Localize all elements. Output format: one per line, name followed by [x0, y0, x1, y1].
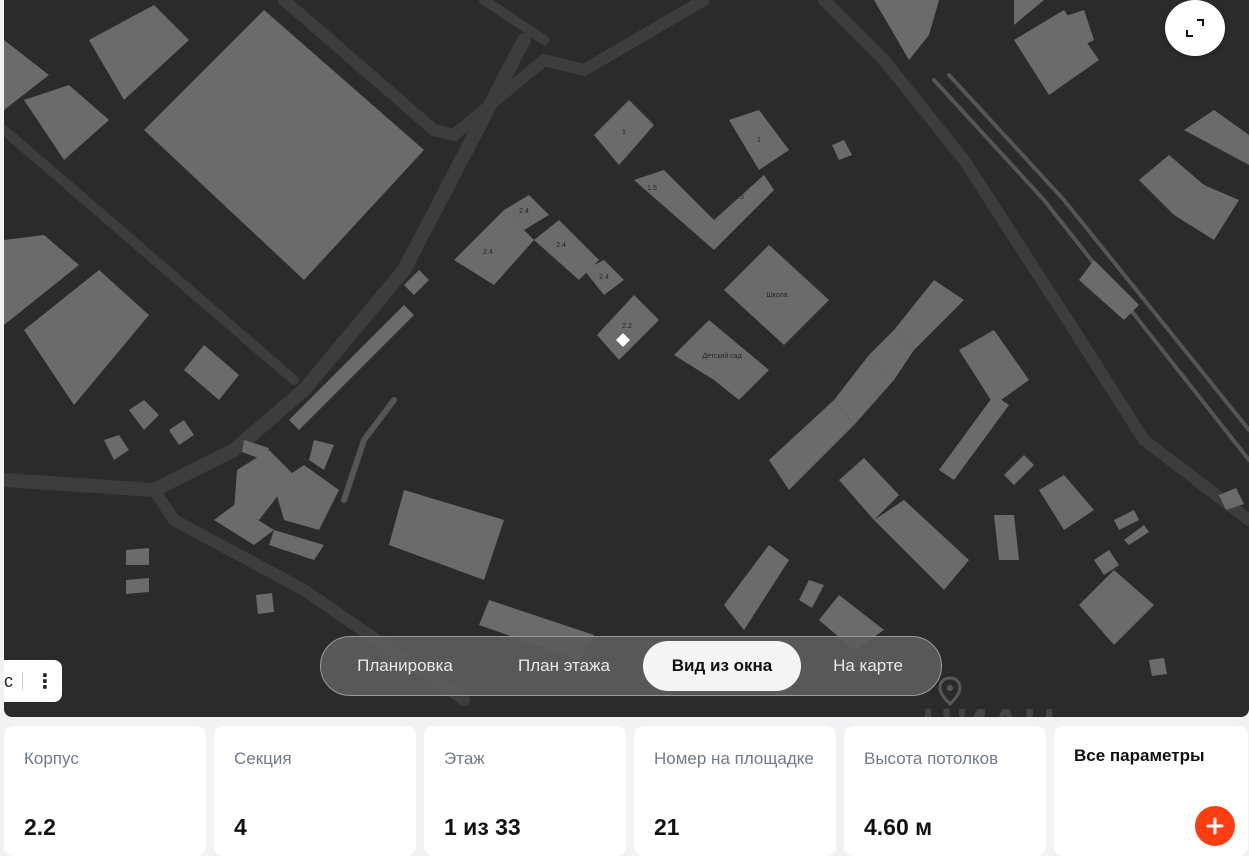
svg-text:1: 1 — [757, 137, 761, 144]
view-tabs: Планировка План этажа Вид из окна На кар… — [320, 636, 942, 696]
svg-text:Детский сад: Детский сад — [702, 352, 741, 360]
svg-text:2.4: 2.4 — [483, 249, 493, 256]
param-card-ceiling-height: Высота потолков 4.60 м — [844, 726, 1046, 856]
param-card-building: Корпус 2.2 — [4, 726, 206, 856]
svg-text:2.4: 2.4 — [599, 274, 609, 281]
all-params-button[interactable] — [1195, 806, 1235, 846]
svg-text:Школа: Школа — [766, 292, 787, 299]
road — [818, 0, 1249, 526]
tab-floor-plan[interactable]: План этажа — [485, 641, 643, 691]
param-label: Номер на площадке — [654, 749, 814, 768]
param-card-section: Секция 4 — [214, 726, 416, 856]
expand-button[interactable] — [1165, 0, 1225, 56]
param-value: 1 из 33 — [444, 814, 521, 840]
map-canvas: 1 1 1.5 1.5 2.4 2.4 2.4 2.4 2.2 Школа Де… — [4, 0, 1249, 706]
param-card-floor: Этаж 1 из 33 — [424, 726, 626, 856]
param-label: Высота потолков — [864, 749, 999, 768]
more-vertical-icon[interactable]: ⋮ — [35, 669, 55, 694]
all-params-label[interactable]: Все параметры — [1074, 746, 1228, 766]
map-mini-control[interactable]: с ⋮ — [4, 660, 62, 702]
svg-text:2.4: 2.4 — [556, 242, 566, 249]
tab-on-map[interactable]: На карте — [801, 641, 935, 691]
tab-layout[interactable]: Планировка — [325, 641, 485, 691]
expand-icon — [1186, 19, 1204, 37]
building-label: 1 — [622, 129, 626, 136]
mini-control-label: с — [4, 670, 13, 691]
divider — [22, 672, 23, 690]
param-card-unit-number: Номер на площадке 21 — [634, 726, 836, 856]
param-value: 4 — [234, 814, 247, 840]
param-label: Этаж — [444, 749, 485, 768]
svg-text:2.2: 2.2 — [622, 323, 632, 330]
map-window-view[interactable]: 1 1 1.5 1.5 2.4 2.4 2.4 2.4 2.2 Школа Де… — [4, 0, 1249, 717]
param-value: 2.2 — [24, 814, 56, 840]
param-label: Секция — [234, 749, 292, 768]
param-label: Корпус — [24, 749, 79, 768]
params-row: Корпус 2.2 Секция 4 Этаж 1 из 33 Номер н… — [4, 726, 1249, 856]
all-params-card[interactable]: Все параметры — [1054, 726, 1248, 856]
svg-text:1.5: 1.5 — [647, 185, 657, 192]
param-value: 4.60 м — [864, 814, 933, 840]
param-value: 21 — [654, 814, 680, 840]
plus-icon — [1206, 817, 1224, 835]
tab-window-view[interactable]: Вид из окна — [643, 641, 801, 691]
watermark: ЦИАН — [922, 700, 1057, 717]
svg-text:2.4: 2.4 — [519, 208, 529, 215]
svg-text:1.5: 1.5 — [734, 194, 744, 201]
